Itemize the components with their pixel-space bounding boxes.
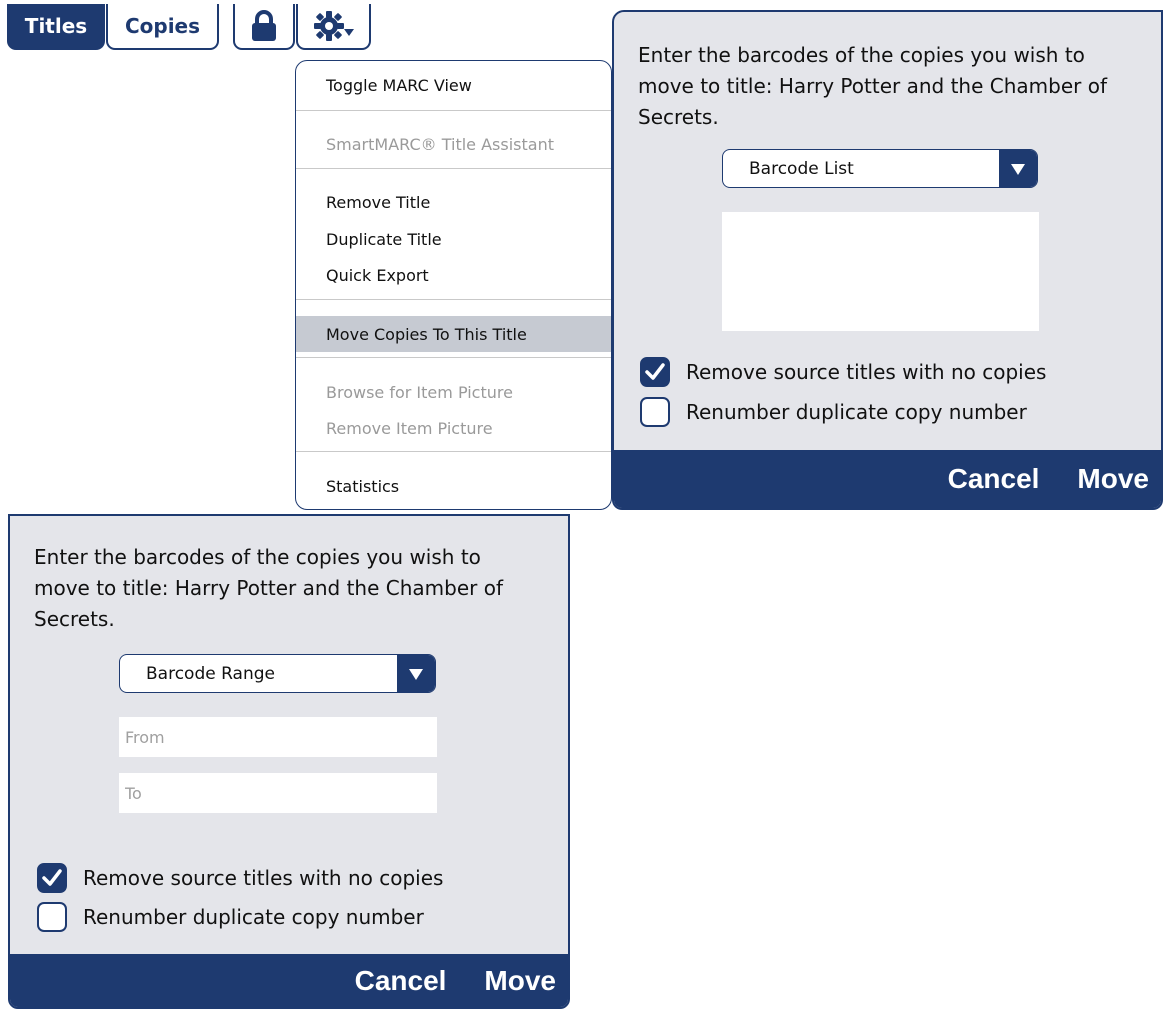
move-copies-dialog-barcode-range: Enter the barcodes of the copies you wis… <box>8 514 570 1009</box>
chevron-down-icon <box>397 655 435 692</box>
menu-item-duplicate-title[interactable]: Duplicate Title <box>296 221 611 257</box>
dialog-prompt: Enter the barcodes of the copies you wis… <box>34 545 503 631</box>
lock-button[interactable] <box>233 4 295 50</box>
barcode-mode-select[interactable]: Barcode List <box>722 149 1038 188</box>
dialog-footer: Cancel Move <box>614 450 1161 508</box>
remove-source-titles-option[interactable]: Remove source titles with no copies <box>37 863 443 893</box>
renumber-duplicate-checkbox[interactable] <box>640 397 670 427</box>
barcode-mode-value: Barcode Range <box>146 663 275 684</box>
menu-separator <box>296 451 611 452</box>
menu-item-move-copies-to-this-title[interactable]: Move Copies To This Title <box>296 316 611 352</box>
move-button[interactable]: Move <box>465 965 568 997</box>
remove-source-titles-option[interactable]: Remove source titles with no copies <box>640 357 1046 387</box>
settings-menu-button[interactable] <box>296 4 371 50</box>
menu-item-toggle-marc-view[interactable]: Toggle MARC View <box>296 67 611 103</box>
menu-separator <box>296 299 611 300</box>
remove-source-titles-checkbox[interactable] <box>37 863 67 893</box>
barcode-list-textarea[interactable] <box>722 212 1039 331</box>
gear-icon <box>313 9 355 43</box>
settings-dropdown-menu: Toggle MARC View SmartMARC® Title Assist… <box>295 60 612 510</box>
checkmark-icon <box>645 363 665 380</box>
remove-source-titles-checkbox[interactable] <box>640 357 670 387</box>
menu-separator <box>296 168 611 169</box>
renumber-duplicate-option[interactable]: Renumber duplicate copy number <box>640 397 1027 427</box>
menu-item-browse-for-item-picture[interactable]: Browse for Item Picture <box>296 374 611 410</box>
renumber-duplicate-checkbox[interactable] <box>37 902 67 932</box>
cancel-button[interactable]: Cancel <box>929 463 1059 495</box>
renumber-duplicate-option[interactable]: Renumber duplicate copy number <box>37 902 424 932</box>
tab-copies-label: Copies <box>124 14 201 38</box>
menu-separator <box>296 357 611 358</box>
menu-item-smartmarc-title-assistant[interactable]: SmartMARC® Title Assistant <box>296 126 611 162</box>
move-copies-dialog-barcode-list: Enter the barcodes of the copies you wis… <box>612 10 1163 510</box>
tab-copies[interactable]: Copies <box>106 4 219 50</box>
barcode-mode-select[interactable]: Barcode Range <box>119 654 436 693</box>
barcode-from-input[interactable] <box>119 717 437 757</box>
remove-source-titles-label: Remove source titles with no copies <box>686 360 1047 384</box>
barcode-mode-value: Barcode List <box>749 158 854 179</box>
menu-item-quick-export[interactable]: Quick Export <box>296 257 611 293</box>
tab-titles-label: Titles <box>24 14 88 38</box>
menu-item-remove-title[interactable]: Remove Title <box>296 184 611 220</box>
dialog-footer: Cancel Move <box>10 954 568 1007</box>
menu-separator <box>296 110 611 111</box>
move-button[interactable]: Move <box>1058 463 1161 495</box>
cancel-button[interactable]: Cancel <box>336 965 466 997</box>
menu-item-remove-item-picture[interactable]: Remove Item Picture <box>296 410 611 446</box>
checkmark-icon <box>42 869 62 886</box>
dialog-prompt: Enter the barcodes of the copies you wis… <box>638 43 1107 129</box>
remove-source-titles-label: Remove source titles with no copies <box>83 866 444 890</box>
renumber-duplicate-label: Renumber duplicate copy number <box>686 400 1027 424</box>
barcode-to-input[interactable] <box>119 773 437 813</box>
renumber-duplicate-label: Renumber duplicate copy number <box>83 905 424 929</box>
menu-item-statistics[interactable]: Statistics <box>296 468 611 504</box>
chevron-down-icon <box>999 150 1037 187</box>
tab-titles[interactable]: Titles <box>7 4 105 50</box>
lock-icon <box>251 10 277 42</box>
